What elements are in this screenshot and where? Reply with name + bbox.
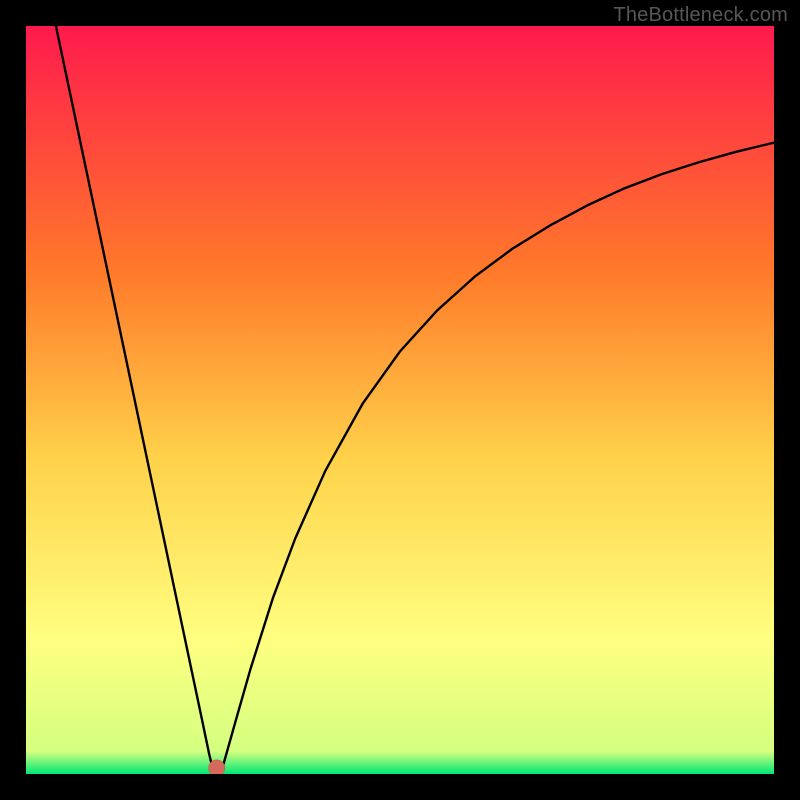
bottleneck-chart xyxy=(26,26,774,774)
gradient-background xyxy=(26,26,774,774)
chart-frame xyxy=(26,26,774,774)
optimal-point-marker xyxy=(209,760,225,774)
watermark-text: TheBottleneck.com xyxy=(613,4,788,27)
